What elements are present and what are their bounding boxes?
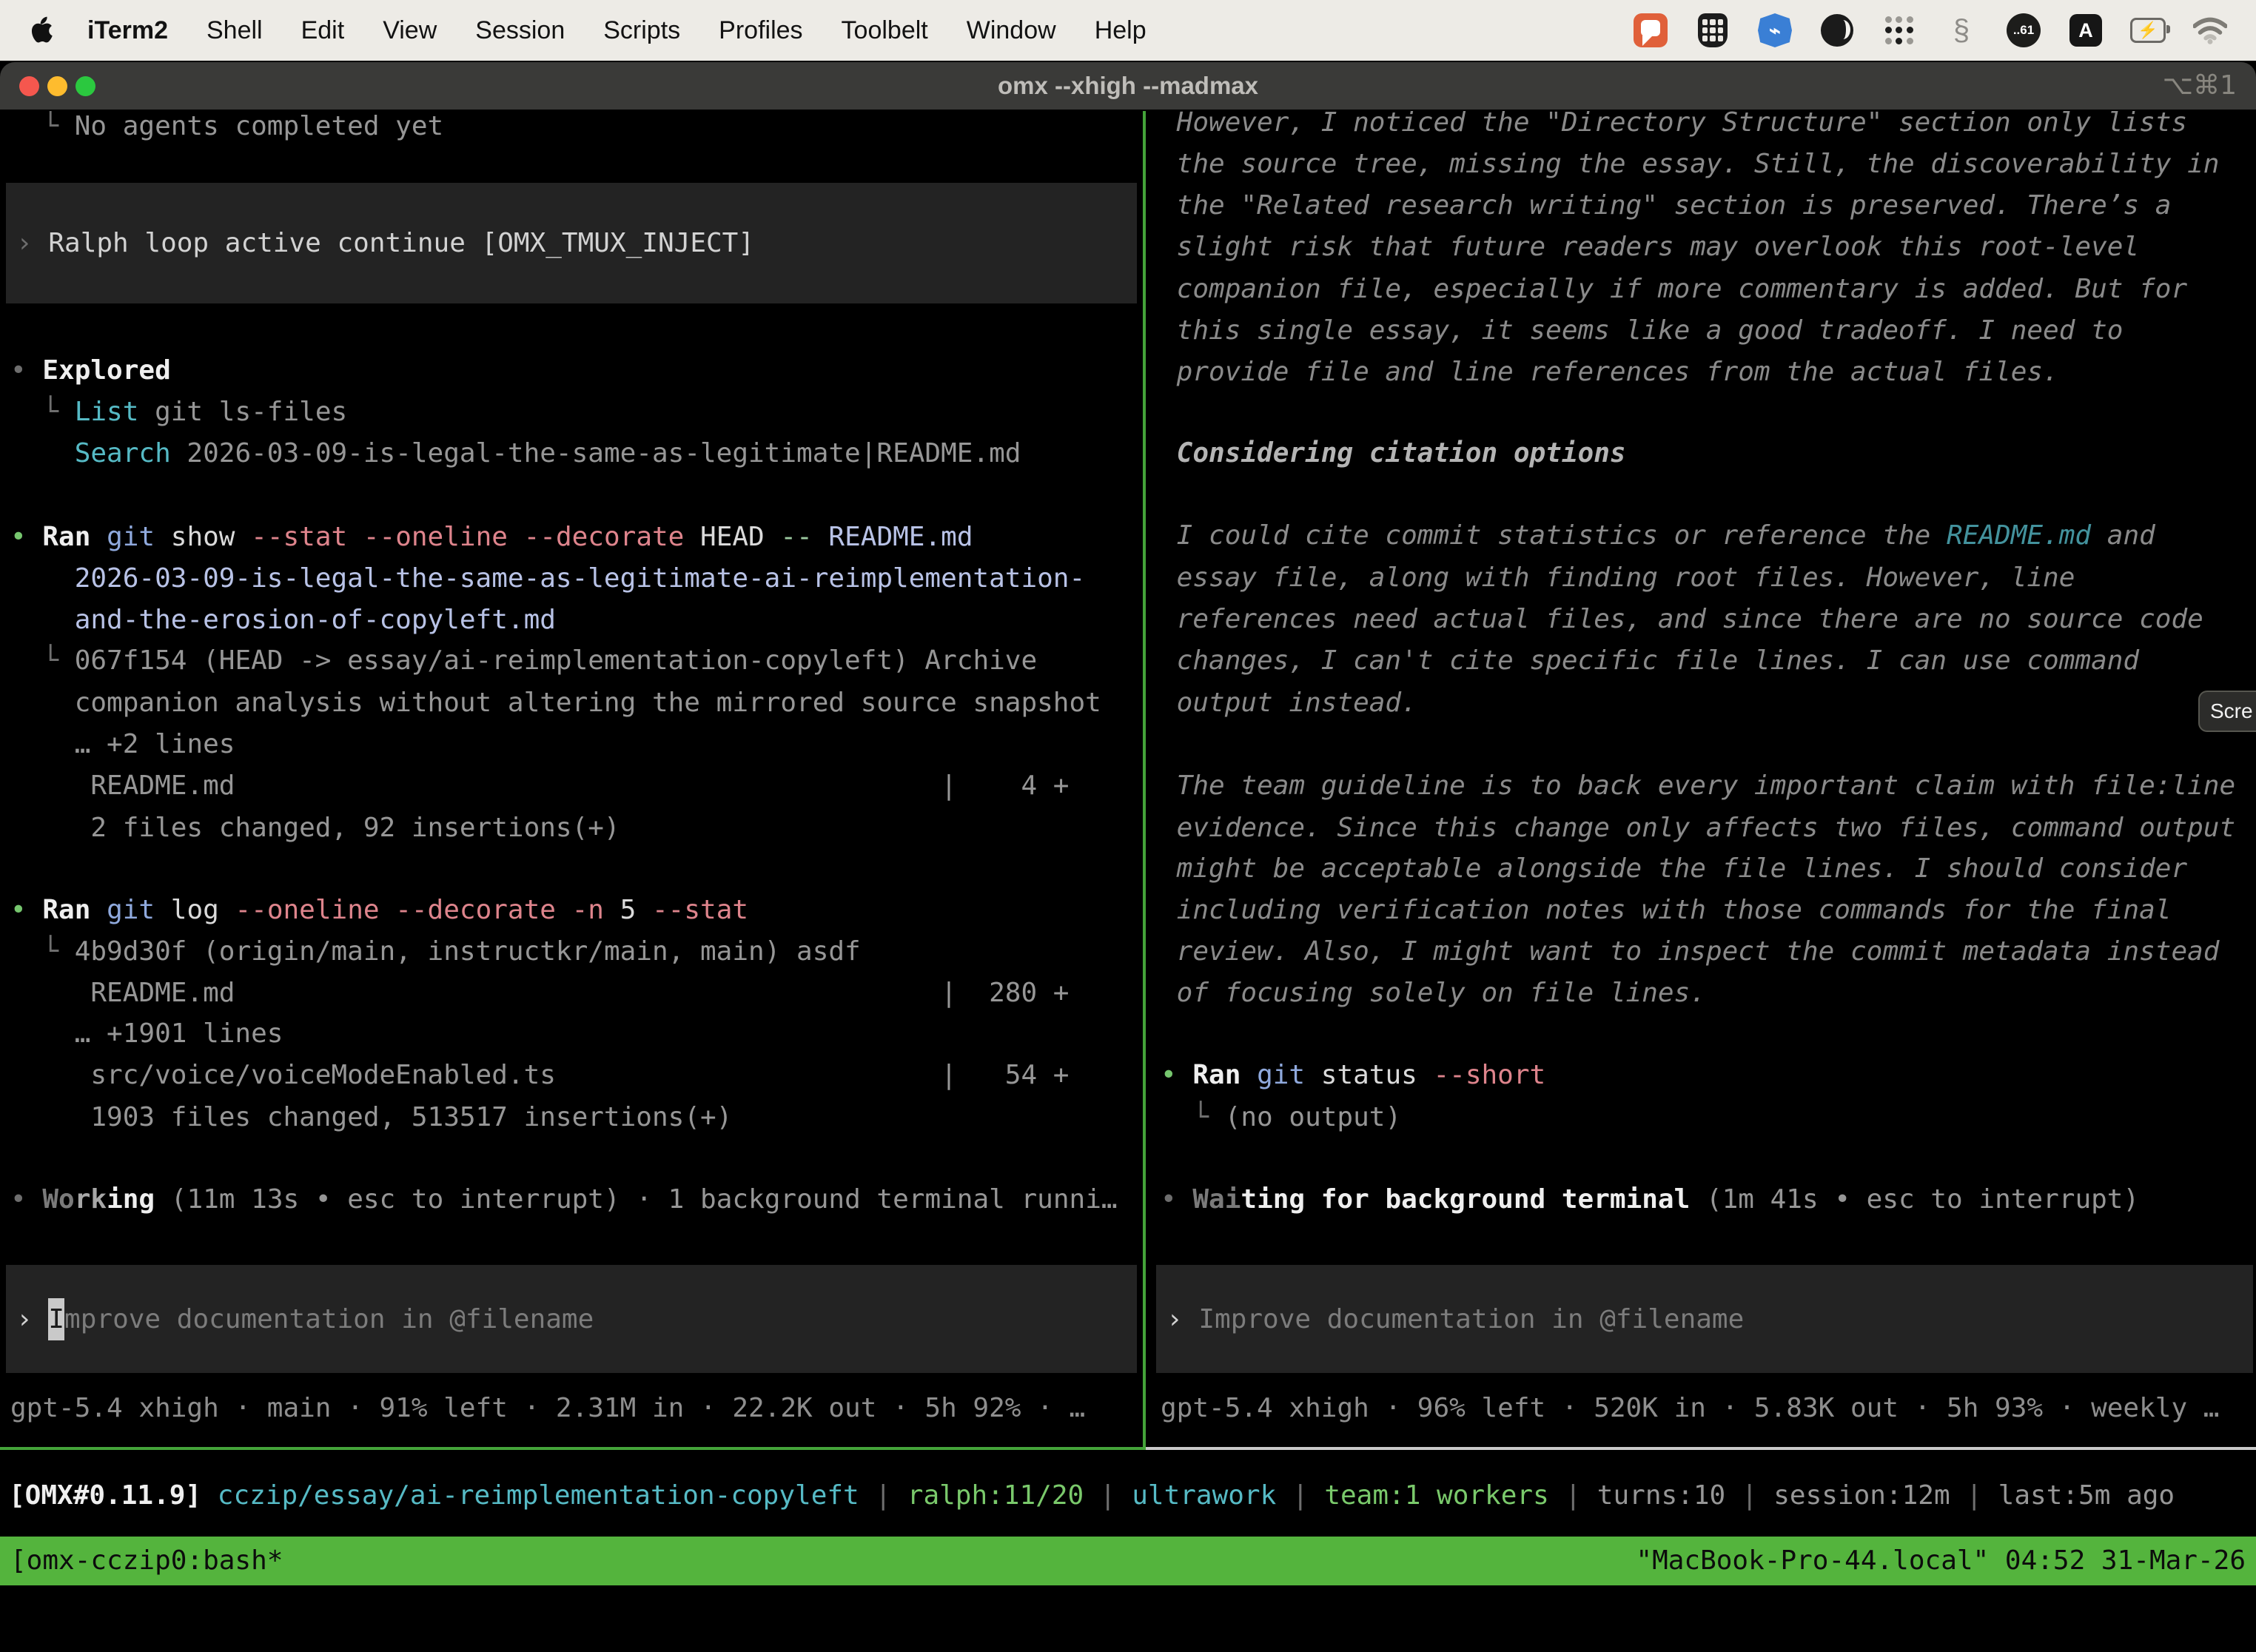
terminal-line: companion analysis without altering the … bbox=[0, 682, 1140, 724]
squiggle-icon[interactable]: § bbox=[1944, 13, 1979, 48]
terminal-line: └ 4b9d30f (origin/main, instructkr/main,… bbox=[0, 930, 1140, 973]
injection-banner[interactable]: › Ralph loop active continue [OMX_TMUX_I… bbox=[6, 183, 1137, 303]
terminal-line: this single essay, it seems like a good … bbox=[1150, 309, 2256, 352]
terminal-line: README.md | 4 + bbox=[0, 765, 1140, 807]
pane-divider[interactable] bbox=[1143, 111, 1146, 1450]
tmux-status-bar: [omx-cczip0:bash* "MacBook-Pro-44.local"… bbox=[0, 1537, 2256, 1585]
menu-view[interactable]: View bbox=[383, 16, 437, 45]
terminal-line: and-the-erosion-of-copyleft.md bbox=[0, 599, 1140, 641]
battery-icon[interactable]: ⚡ bbox=[2130, 13, 2166, 48]
menu-toolbelt[interactable]: Toolbelt bbox=[842, 16, 928, 45]
menu-window[interactable]: Window bbox=[967, 16, 1056, 45]
left-terminal-pane: └ No agents completed yet › Ralph loop ac… bbox=[0, 111, 1140, 1448]
prompt-input-right[interactable]: › Improve documentation in @filename bbox=[1156, 1265, 2253, 1373]
terminal-line: gpt-5.4 xhigh · 96% left · 520K in · 5.8… bbox=[1150, 1387, 2256, 1429]
terminal-line: output instead. bbox=[1150, 682, 2256, 724]
window-title: omx --xhigh --madmax bbox=[0, 62, 2256, 110]
terminal-line: … +2 lines bbox=[0, 723, 1140, 765]
wifi-icon[interactable] bbox=[2192, 13, 2228, 48]
terminal-line: • Ran git show --stat --oneline --decora… bbox=[0, 516, 1140, 558]
terminal-line: provide file and line references from th… bbox=[1150, 351, 2256, 393]
dark-pie-icon[interactable] bbox=[1819, 13, 1855, 48]
terminal-line: └ No agents completed yet bbox=[0, 111, 1140, 147]
dots-grid-icon[interactable] bbox=[1881, 13, 1917, 48]
terminal-line: 2 files changed, 92 insertions(+) bbox=[0, 807, 1140, 849]
screen-share-tooltip: Scre bbox=[2198, 691, 2256, 732]
terminal-line: • Explored bbox=[0, 349, 1140, 392]
terminal-line: └ 067f154 (HEAD -> essay/ai-reimplementa… bbox=[0, 639, 1140, 682]
menu-edit[interactable]: Edit bbox=[301, 16, 345, 45]
terminal-line: └ (no output) bbox=[1150, 1096, 2256, 1138]
terminal-line: the "Related research writing" section i… bbox=[1150, 184, 2256, 226]
prompt-input-left[interactable]: › Improve documentation in @filename bbox=[6, 1265, 1137, 1373]
terminal-line: changes, I can't cite specific file line… bbox=[1150, 639, 2256, 682]
terminal-line: • Ran git status --short bbox=[1150, 1054, 2256, 1096]
battery-percent-icon[interactable]: ..61 bbox=[2006, 13, 2041, 48]
terminal-line: Considering citation options bbox=[1150, 432, 2256, 474]
tmux-host-clock: "MacBook-Pro-44.local" 04:52 31-Mar-26 bbox=[1636, 1537, 2246, 1585]
menu-scripts[interactable]: Scripts bbox=[603, 16, 680, 45]
terminal-line: 1903 files changed, 513517 insertions(+) bbox=[0, 1096, 1140, 1138]
terminal-line: 2026-03-09-is-legal-the-same-as-legitima… bbox=[0, 557, 1140, 600]
terminal-line: gpt-5.4 xhigh · main · 91% left · 2.31M … bbox=[0, 1387, 1140, 1429]
window-titlebar[interactable]: omx --xhigh --madmax ⌥⌘1 bbox=[0, 62, 2256, 110]
menu-help[interactable]: Help bbox=[1095, 16, 1147, 45]
terminal-line: companion file, especially if more comme… bbox=[1150, 268, 2256, 310]
right-pane-border bbox=[1146, 1447, 2256, 1450]
omx-status-line: [OMX#0.11.9] cczip/essay/ai-reimplementa… bbox=[0, 1474, 2256, 1517]
messages-icon[interactable] bbox=[1633, 13, 1668, 48]
right-terminal-pane: However, I noticed the "Directory Struct… bbox=[1150, 111, 2256, 1448]
menubar-app-name[interactable]: iTerm2 bbox=[87, 16, 168, 45]
keyboard-shield-icon[interactable] bbox=[1695, 13, 1730, 48]
terminal-line: • Waiting for background terminal (1m 41… bbox=[1150, 1178, 2256, 1220]
terminal-line: … +1901 lines bbox=[0, 1013, 1140, 1055]
tmux-session-label: [omx-cczip0:bash* bbox=[10, 1537, 283, 1585]
terminal-line: review. Also, I might want to inspect th… bbox=[1150, 930, 2256, 973]
letter-a-icon[interactable]: A bbox=[2068, 13, 2104, 48]
terminal-line: slight risk that future readers may over… bbox=[1150, 226, 2256, 268]
terminal-line: README.md | 280 + bbox=[0, 972, 1140, 1014]
apple-menu-icon[interactable] bbox=[28, 16, 53, 45]
menu-profiles[interactable]: Profiles bbox=[719, 16, 802, 45]
terminal-line: However, I noticed the "Directory Struct… bbox=[1150, 111, 2256, 144]
terminal-line: including verification notes with those … bbox=[1150, 889, 2256, 931]
macos-menubar: iTerm2 Shell Edit View Session Scripts P… bbox=[0, 0, 2256, 61]
terminal-line: essay file, along with finding root file… bbox=[1150, 557, 2256, 599]
terminal-line: I could cite commit statistics or refere… bbox=[1150, 514, 2256, 557]
terminal-line: references need actual files, and since … bbox=[1150, 598, 2256, 640]
terminal-line: src/voice/voiceModeEnabled.ts | 54 + bbox=[0, 1054, 1140, 1096]
terminal-line: Search 2026-03-09-is-legal-the-same-as-l… bbox=[0, 432, 1140, 474]
terminal-line: • Ran git log --oneline --decorate -n 5 … bbox=[0, 889, 1140, 931]
menubar-status-icons: ⌁ § ..61 A ⚡ bbox=[1633, 13, 2228, 48]
terminal-line: evidence. Since this change only affects… bbox=[1150, 807, 2256, 849]
menu-session[interactable]: Session bbox=[475, 16, 565, 45]
blue-badge-icon[interactable]: ⌁ bbox=[1757, 13, 1793, 48]
terminal-line: The team guideline is to back every impo… bbox=[1150, 765, 2256, 807]
terminal-line: the source tree, missing the essay. Stil… bbox=[1150, 143, 2256, 185]
terminal-line: • Working (11m 13s • esc to interrupt) ·… bbox=[0, 1178, 1140, 1220]
left-pane-border bbox=[0, 1447, 1143, 1450]
window-shortcut-badge: ⌥⌘1 bbox=[2163, 62, 2237, 110]
terminal-line: of focusing solely on file lines. bbox=[1150, 972, 2256, 1014]
terminal-line: └ List git ls-files bbox=[0, 391, 1140, 433]
menu-shell[interactable]: Shell bbox=[207, 16, 263, 45]
terminal-line: might be acceptable alongside the file l… bbox=[1150, 847, 2256, 890]
